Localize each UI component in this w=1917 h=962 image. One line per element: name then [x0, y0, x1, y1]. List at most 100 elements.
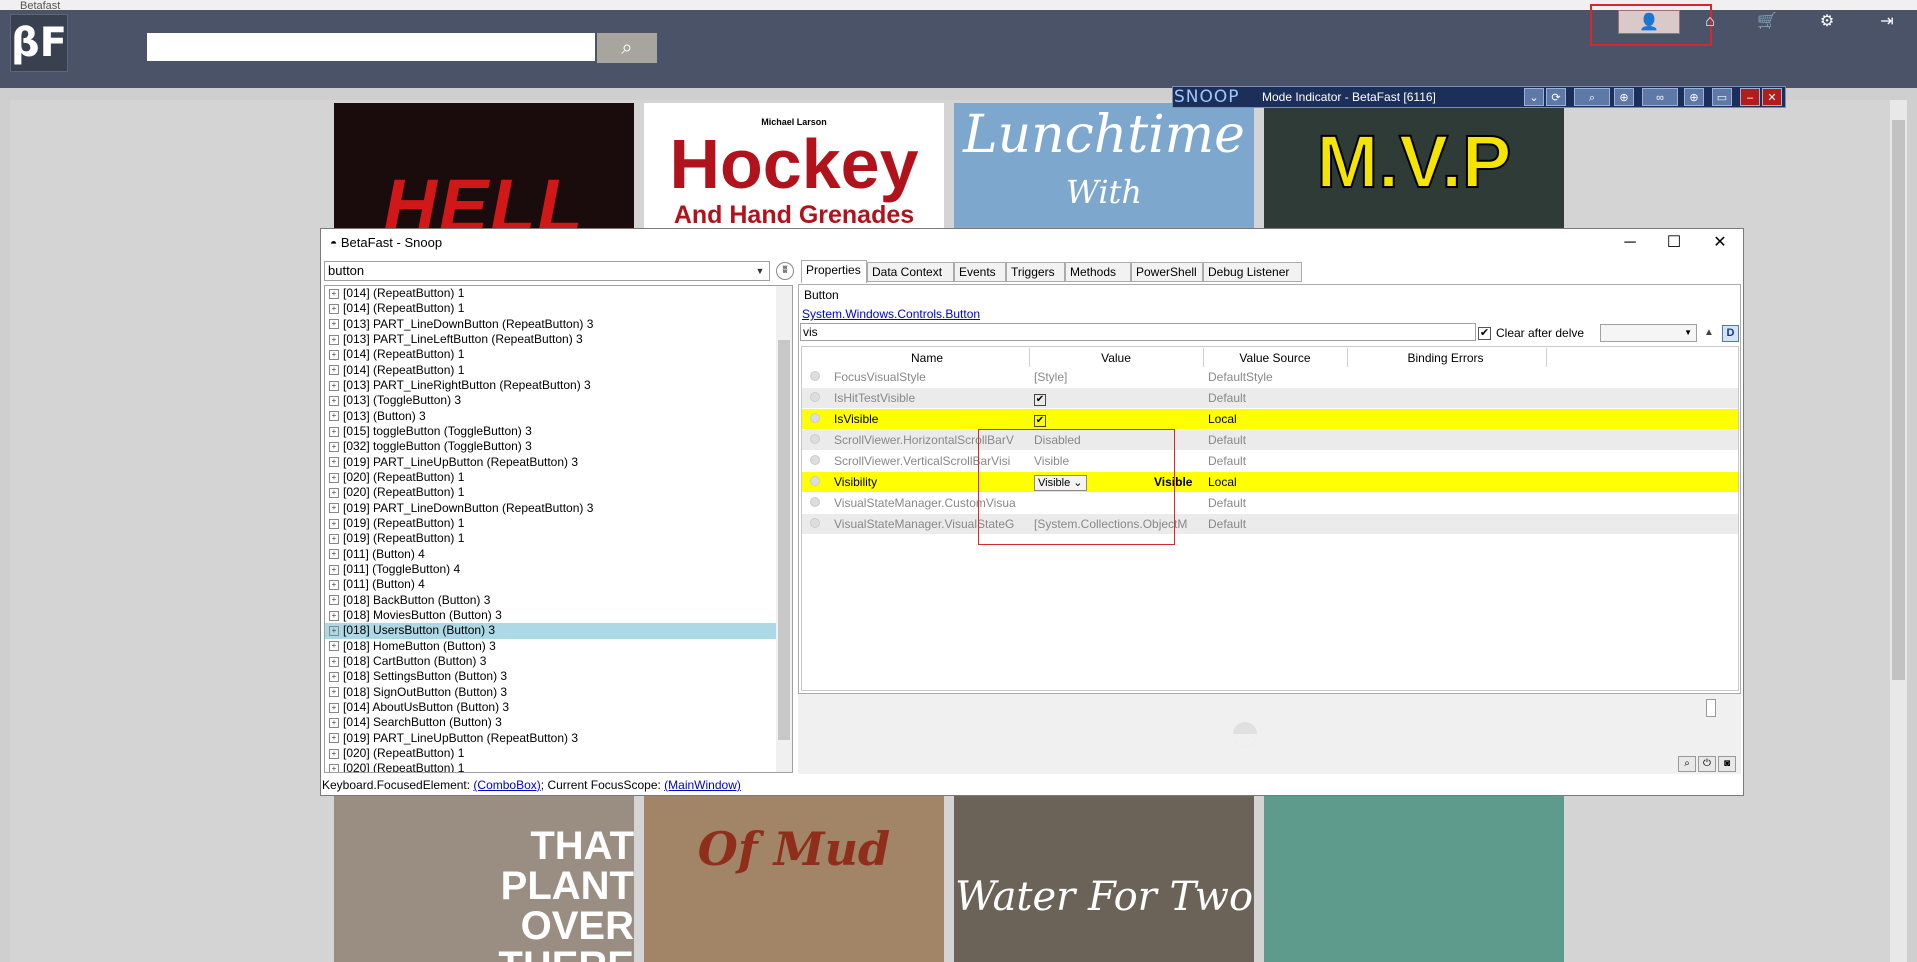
expand-icon[interactable]: + [329, 304, 339, 315]
zoom-slider-thumb[interactable] [1706, 699, 1716, 717]
checkbox[interactable]: ✔ [1034, 394, 1046, 406]
property-value[interactable]: ✔ [1034, 411, 1202, 427]
search-button[interactable]: ⌕ [597, 33, 657, 63]
movie-tile-lunchtime[interactable]: Lunchtime With [954, 103, 1254, 228]
breakpoint-dot-icon[interactable] [810, 392, 820, 402]
home-button[interactable]: ⌂ [1680, 10, 1740, 34]
expand-icon[interactable]: + [329, 472, 339, 483]
tree-item[interactable]: + [011] (Button) 4 [325, 547, 792, 562]
tree-item[interactable]: + [015] toggleButton (ToggleButton) 3 [325, 424, 792, 439]
tree-item[interactable]: + [032] toggleButton (ToggleButton) 3 [325, 439, 792, 454]
tree-item[interactable]: + [011] (Button) 4 [325, 577, 792, 592]
tree-item[interactable]: + [014] AboutUsButton (Button) 3 [325, 700, 792, 715]
movie-tile-that-plant[interactable]: THAT PLANT OVER THERE [334, 796, 634, 962]
property-row[interactable]: IsHitTestVisible ✔ Default [802, 388, 1738, 408]
expand-icon[interactable]: + [329, 764, 339, 772]
property-row[interactable]: ScrollViewer.HorizontalScrollBarV Disable… [802, 430, 1738, 450]
expand-icon[interactable]: + [329, 503, 339, 514]
tree-item[interactable]: + [014] (RepeatButton) 1 [325, 363, 792, 378]
expand-icon[interactable]: + [329, 411, 339, 422]
up-arrow-button[interactable]: ▲ [1701, 325, 1717, 341]
movie-tile-hockey[interactable]: Michael Larson Hockey And Hand Grenades [644, 103, 944, 228]
column-header-name[interactable]: Name [815, 350, 1039, 366]
property-value[interactable]: ✔ [1034, 390, 1202, 406]
snoop-target-dropdown[interactable]: ⌄ [1524, 88, 1544, 106]
tree-item[interactable]: + [018] CartButton (Button) 3 [325, 654, 792, 669]
property-row[interactable]: ScrollViewer.VerticalScrollBarVisi Visibl… [802, 451, 1738, 471]
tree-item[interactable]: + [019] (RepeatButton) 1 [325, 531, 792, 546]
cart-button[interactable]: 🛒 [1737, 10, 1797, 34]
binoculars-icon[interactable]: ∞ [1642, 88, 1678, 106]
search-input[interactable] [147, 33, 595, 61]
tree-item[interactable]: + [018] SettingsButton (Button) 3 [325, 669, 792, 684]
crosshair-icon[interactable]: ⊕ [1614, 88, 1634, 106]
tree-item[interactable]: + [019] PART_LineUpButton (RepeatButton) … [325, 455, 792, 470]
expand-icon[interactable]: + [329, 488, 339, 499]
tree-item[interactable]: + [013] PART_LineDownButton (RepeatButton… [325, 317, 792, 332]
page-scrollbar-thumb[interactable] [1892, 120, 1905, 680]
window-maximize-button[interactable]: ☐ [1652, 232, 1696, 254]
window-close-button[interactable]: ✕ [1698, 232, 1742, 254]
tree-item[interactable]: + [013] (Button) 3 [325, 409, 792, 424]
breakpoint-dot-icon[interactable] [810, 476, 820, 486]
tree-item[interactable]: + [018] MoviesButton (Button) 3 [325, 608, 792, 623]
tree-item[interactable]: + [013] PART_LineLeftButton (RepeatButton… [325, 332, 792, 347]
expand-icon[interactable]: + [329, 733, 339, 744]
movie-tile-hell[interactable]: HELL [334, 103, 634, 228]
magnify-icon[interactable]: ⌕ [1678, 756, 1696, 772]
expand-icon[interactable]: + [329, 380, 339, 391]
expand-icon[interactable]: + [329, 426, 339, 437]
expand-icon[interactable]: + [329, 518, 339, 529]
tree-item[interactable]: + [020] (RepeatButton) 1 [325, 470, 792, 485]
tree-scrollbar-thumb[interactable] [778, 340, 790, 740]
crosshair-icon[interactable]: ⊕ [1684, 88, 1704, 106]
tree-item[interactable]: + [018] SignOutButton (Button) 3 [325, 685, 792, 700]
breakpoint-dot-icon[interactable] [810, 455, 820, 465]
focus-scope-link[interactable]: (MainWindow) [664, 778, 741, 792]
expand-icon[interactable]: + [329, 610, 339, 621]
property-row[interactable]: VisualStateManager.VisualStateG [System.C… [802, 514, 1738, 534]
expand-icon[interactable]: + [329, 350, 339, 361]
filter-options-icon[interactable]: ʬ [776, 262, 794, 280]
property-row[interactable]: FocusVisualStyle [Style] DefaultStyle [802, 367, 1738, 387]
expand-icon[interactable]: + [329, 319, 339, 330]
breakpoint-dot-icon[interactable] [810, 434, 820, 444]
tree-item[interactable]: + [014] (RepeatButton) 1 [325, 301, 792, 316]
refresh-icon[interactable]: ⟳ [1546, 88, 1566, 106]
tree-item[interactable]: + [018] UsersButton (Button) 3 [325, 623, 792, 639]
settings-button[interactable]: ⚙ [1797, 10, 1857, 34]
property-row[interactable]: VisualStateManager.CustomVisua Default [802, 493, 1738, 513]
expand-icon[interactable]: + [329, 396, 339, 407]
property-row[interactable]: Visibility Visible ⌄ Visible Local [802, 472, 1738, 492]
default-values-button[interactable]: D [1722, 325, 1739, 342]
expand-icon[interactable]: + [329, 718, 339, 729]
camera-icon[interactable]: ◙ [1718, 756, 1736, 772]
expand-icon[interactable]: + [329, 334, 339, 345]
tree-item[interactable]: + [020] (RepeatButton) 1 [325, 746, 792, 761]
window-minimize-button[interactable]: ─ [1608, 232, 1652, 254]
tree-item[interactable]: + [018] HomeButton (Button) 3 [325, 639, 792, 654]
movie-tile-mud[interactable]: Of Mud [644, 796, 944, 962]
tree-item[interactable]: + [019] PART_LineDownButton (RepeatButton… [325, 501, 792, 516]
expand-icon[interactable]: + [329, 656, 339, 667]
movie-tile-mvp[interactable]: M.V.P [1264, 103, 1564, 228]
expand-icon[interactable]: + [329, 564, 339, 575]
tree-filter-combobox[interactable]: button [324, 261, 770, 281]
expand-icon[interactable]: + [329, 580, 339, 591]
focused-element-link[interactable]: (ComboBox) [473, 778, 540, 792]
clear-after-delve-checkbox[interactable]: ✔ [1478, 327, 1491, 340]
tree-item[interactable]: + [014] (RepeatButton) 1 [325, 286, 792, 301]
breakpoint-dot-icon[interactable] [810, 497, 820, 507]
expand-icon[interactable]: + [329, 595, 339, 606]
property-row[interactable]: IsVisible ✔ Local [802, 409, 1738, 429]
tab-debug-listener[interactable]: Debug Listener [1203, 262, 1302, 282]
breakpoint-dot-icon[interactable] [810, 518, 820, 528]
tree-item[interactable]: + [013] PART_LineRightButton (RepeatButto… [325, 378, 792, 393]
tree-item[interactable]: + [020] (RepeatButton) 1 [325, 485, 792, 500]
expand-icon[interactable]: + [329, 288, 339, 299]
tab-data-context[interactable]: Data Context [867, 262, 954, 282]
movie-tile-forest[interactable] [1264, 796, 1564, 962]
tree-item[interactable]: + [018] BackButton (Button) 3 [325, 593, 792, 608]
chevron-down-icon[interactable]: ▼ [752, 262, 768, 280]
tree-item[interactable]: + [020] (RepeatButton) 1 [325, 761, 792, 772]
